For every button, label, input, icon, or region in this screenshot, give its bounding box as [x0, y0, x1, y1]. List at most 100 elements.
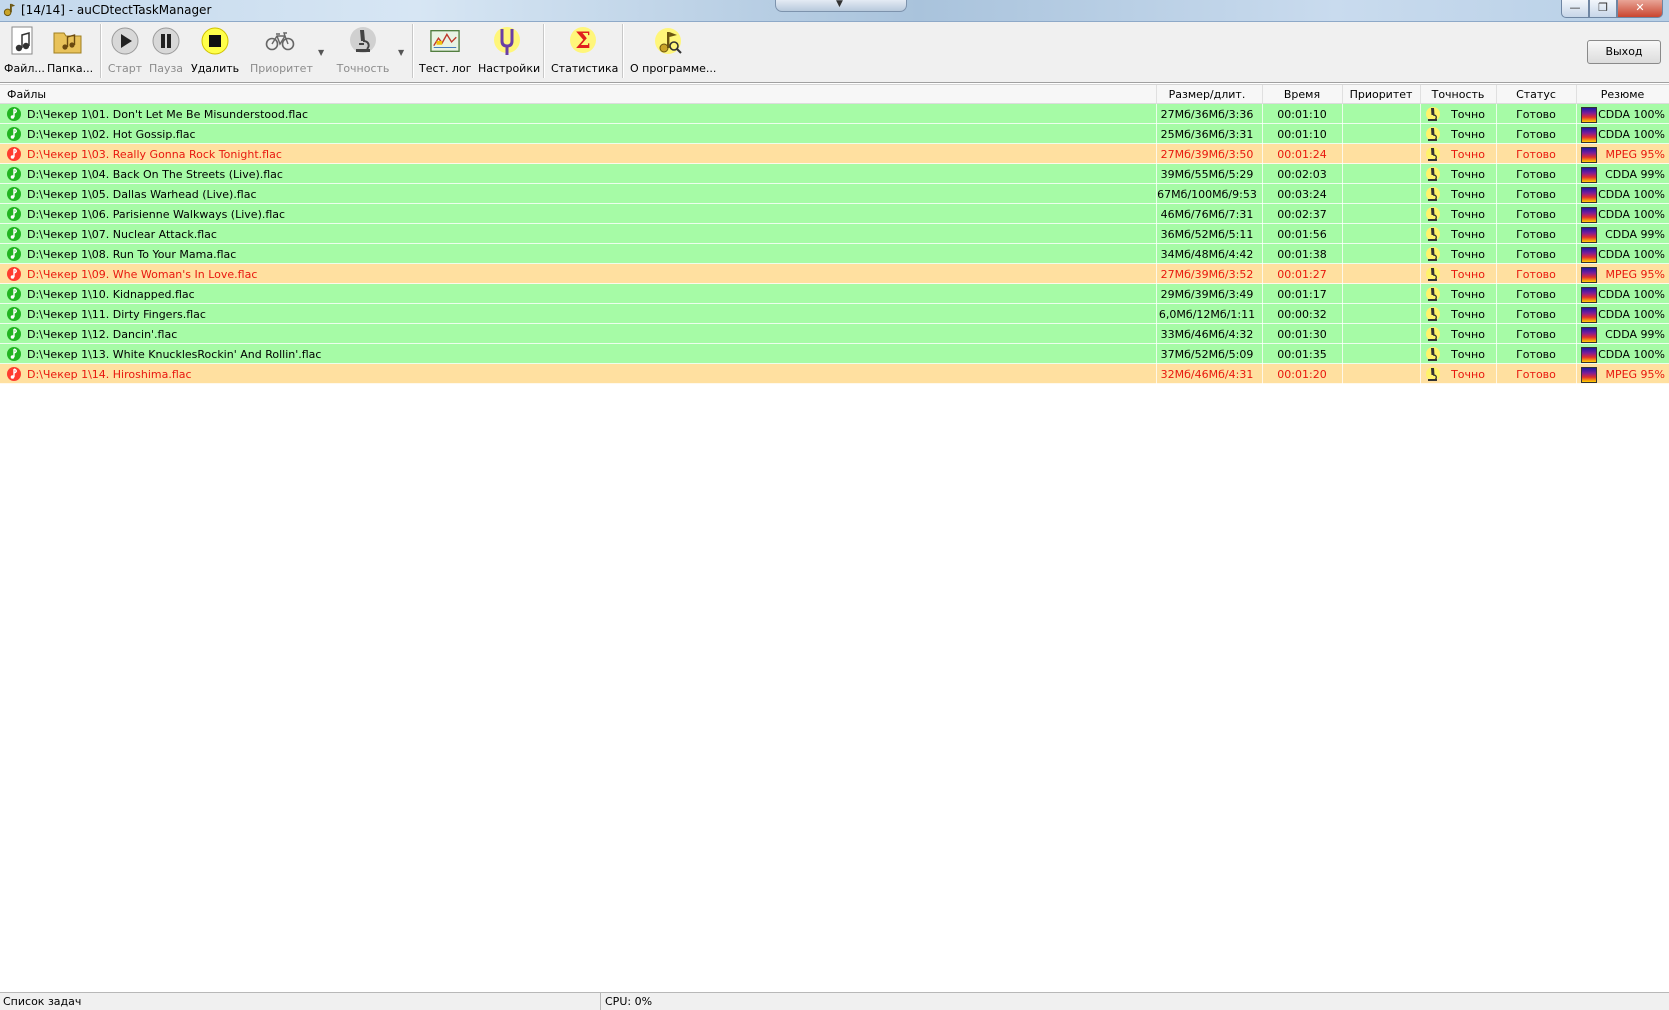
column-divider [1342, 324, 1343, 344]
column-header-size[interactable]: Размер/длит. [1156, 88, 1258, 101]
file-size-duration: 32Мб/46Мб/4:31 [1160, 368, 1254, 381]
summary-value: MPEG 95% [1605, 268, 1665, 281]
table-row[interactable]: D:\Чекер 1\01. Don't Let Me Be Misunders… [0, 104, 1669, 124]
status-value: Готово [1516, 248, 1556, 261]
column-divider [1420, 324, 1421, 344]
maximize-button[interactable]: ❐ [1589, 0, 1617, 18]
column-divider [1576, 364, 1577, 384]
column-divider [1420, 364, 1421, 384]
accuracy-value: Точно [1451, 268, 1485, 281]
table-row[interactable]: D:\Чекер 1\13. White KnucklesRockin' And… [0, 344, 1669, 364]
column-header-status[interactable]: Статус [1496, 88, 1576, 101]
table-row[interactable]: D:\Чекер 1\05. Dallas Warhead (Live).fla… [0, 184, 1669, 204]
column-divider [1576, 204, 1577, 224]
table-row[interactable]: D:\Чекер 1\07. Nuclear Attack.flac 36Мб/5… [0, 224, 1669, 244]
spectrum-icon [1581, 327, 1597, 343]
start-button[interactable]: Старт [107, 26, 143, 75]
test-log-button[interactable]: Тест. лог [419, 26, 471, 75]
file-size-duration: 46Мб/76Мб/7:31 [1160, 208, 1254, 221]
exit-button[interactable]: Выход [1587, 40, 1661, 64]
file-path: D:\Чекер 1\12. Dancin'.flac [27, 328, 178, 341]
spectrum-icon [1581, 287, 1597, 303]
column-divider [1342, 204, 1343, 224]
about-button[interactable]: О программе... [630, 26, 717, 75]
status-value: Готово [1516, 308, 1556, 321]
pause-button[interactable]: Пауза [148, 26, 184, 75]
column-header-summary[interactable]: Резюме [1576, 88, 1669, 101]
column-divider [1576, 124, 1577, 144]
statistics-button[interactable]: Σ Статистика [551, 26, 618, 75]
table-row[interactable]: D:\Чекер 1\14. Hiroshima.flac 32Мб/46Мб/4… [0, 364, 1669, 384]
toolbar-separator [100, 24, 102, 78]
microscope-icon [1426, 127, 1440, 141]
settings-label: Настройки [478, 62, 541, 75]
table-row[interactable]: D:\Чекер 1\12. Dancin'.flac 33Мб/46Мб/4:3… [0, 324, 1669, 344]
title-bar-pulldown-tab[interactable]: ▼ [775, 0, 907, 12]
microscope-icon [1426, 307, 1440, 321]
column-divider [1576, 304, 1577, 324]
close-button[interactable]: ✕ [1617, 0, 1663, 18]
column-header-files[interactable]: Файлы [7, 88, 46, 101]
table-row[interactable]: D:\Чекер 1\02. Hot Gossip.flac 25Мб/36Мб/… [0, 124, 1669, 144]
microscope-icon [1426, 207, 1440, 221]
microscope-icon [1426, 227, 1440, 241]
file-size-duration: 6,0Мб/12Мб/1:11 [1158, 308, 1256, 321]
add-files-button[interactable]: Файл... [4, 26, 45, 75]
summary-value: CDDA 100% [1598, 348, 1665, 361]
table-row[interactable]: D:\Чекер 1\06. Parisienne Walkways (Live… [0, 204, 1669, 224]
spectrum-icon [1581, 227, 1597, 243]
summary-value: MPEG 95% [1605, 148, 1665, 161]
accuracy-button[interactable]: Точность [333, 26, 393, 75]
add-folder-button[interactable]: Папка... [47, 26, 93, 75]
test-log-label: Тест. лог [419, 62, 472, 75]
table-row[interactable]: D:\Чекер 1\04. Back On The Streets (Live… [0, 164, 1669, 184]
table-row[interactable]: D:\Чекер 1\08. Run To Your Mama.flac 34Мб… [0, 244, 1669, 264]
file-path: D:\Чекер 1\04. Back On The Streets (Live… [27, 168, 283, 181]
row-divider [0, 383, 1669, 384]
column-header-priority[interactable]: Приоритет [1342, 88, 1420, 101]
file-path: D:\Чекер 1\07. Nuclear Attack.flac [27, 228, 217, 241]
title-bar: [14/14] - auCDtectTaskManager ▼ — ❐ ✕ [0, 0, 1669, 22]
sigma-icon: Σ [568, 26, 598, 56]
status-value: Готово [1516, 268, 1556, 281]
microscope-icon [1426, 167, 1440, 181]
status-value: Готово [1516, 188, 1556, 201]
column-header-accuracy[interactable]: Точность [1420, 88, 1496, 101]
column-header-time[interactable]: Время [1262, 88, 1342, 101]
table-row[interactable]: D:\Чекер 1\10. Kidnapped.flac 29Мб/39Мб/3… [0, 284, 1669, 304]
table-row[interactable]: D:\Чекер 1\09. Whe Woman's In Love.flac 2… [0, 264, 1669, 284]
music-file-status-icon [7, 307, 21, 321]
summary-value: CDDA 99% [1605, 328, 1665, 341]
microscope-icon [1426, 267, 1440, 281]
priority-dropdown-arrow-icon[interactable]: ▼ [318, 48, 324, 57]
column-divider [1420, 344, 1421, 364]
spectrum-icon [1581, 247, 1597, 263]
task-list[interactable]: Файлы Размер/длит. Время Приоритет Точно… [0, 84, 1669, 993]
accuracy-dropdown-arrow-icon[interactable]: ▼ [398, 48, 404, 57]
list-header: Файлы Размер/длит. Время Приоритет Точно… [0, 85, 1669, 104]
column-divider [1576, 264, 1577, 284]
music-file-status-icon [7, 327, 21, 341]
column-divider [1420, 244, 1421, 264]
minimize-button[interactable]: — [1561, 0, 1589, 18]
priority-button[interactable]: Приоритет [250, 26, 313, 75]
table-row[interactable]: D:\Чекер 1\11. Dirty Fingers.flac 6,0Мб/1… [0, 304, 1669, 324]
spectrum-icon [1581, 187, 1597, 203]
table-row[interactable]: D:\Чекер 1\03. Really Gonna Rock Tonight… [0, 144, 1669, 164]
microscope-icon [1426, 367, 1440, 381]
file-path: D:\Чекер 1\08. Run To Your Mama.flac [27, 248, 237, 261]
settings-button[interactable]: Настройки [478, 26, 541, 75]
music-folder-icon [53, 26, 83, 56]
delete-button[interactable]: Удалить [191, 26, 239, 75]
column-divider [1342, 344, 1343, 364]
about-label: О программе... [630, 62, 717, 75]
summary-value: CDDA 100% [1598, 108, 1665, 121]
elapsed-time: 00:01:35 [1277, 348, 1327, 361]
music-file-status-icon [7, 127, 21, 141]
column-divider [1420, 284, 1421, 304]
summary-value: MPEG 95% [1605, 368, 1665, 381]
microscope-icon [1426, 147, 1440, 161]
column-divider [1342, 164, 1343, 184]
status-value: Готово [1516, 368, 1556, 381]
status-value: Готово [1516, 208, 1556, 221]
